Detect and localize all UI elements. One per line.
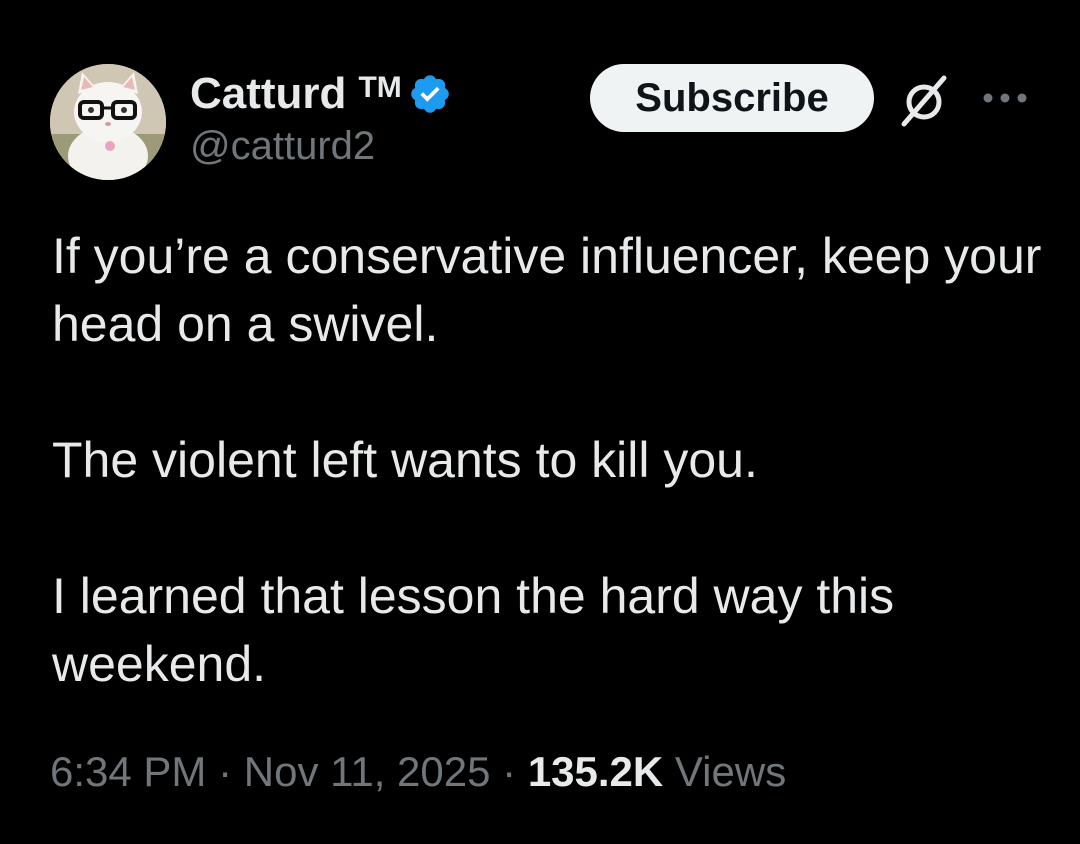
tweet-paragraph: The violent left wants to kill you. [52,432,758,488]
trademark-symbol: TM [358,71,402,104]
author-handle[interactable]: @catturd2 [190,124,375,169]
author-name-row: Catturd TM [190,66,452,122]
display-name[interactable]: Catturd [190,69,346,119]
meta-separator: · [490,748,528,795]
meta-separator: · [206,748,244,795]
tweet-date[interactable]: Nov 11, 2025 [244,748,491,795]
tweet-time[interactable]: 6:34 PM [50,748,206,795]
cat-avatar-image [50,64,166,180]
tweet-card: Catturd TM @catturd2 Subscribe If you’re… [0,0,1080,844]
tweet-meta: 6:34 PM · Nov 11, 2025 · 135.2K Views [50,748,786,796]
subscribe-button[interactable]: Subscribe [590,64,874,132]
tweet-paragraph: If you’re a conservative influencer, kee… [52,228,1042,352]
tweet-paragraph: I learned that lesson the hard way this … [52,568,895,692]
views-count[interactable]: 135.2K [528,748,663,795]
views-label: Views [663,748,787,795]
verified-badge-icon[interactable] [408,72,452,116]
more-options-icon[interactable] [980,88,1030,108]
tweet-text: If you’re a conservative influencer, kee… [52,222,1042,698]
grok-icon[interactable] [896,72,952,128]
avatar[interactable] [50,64,166,180]
